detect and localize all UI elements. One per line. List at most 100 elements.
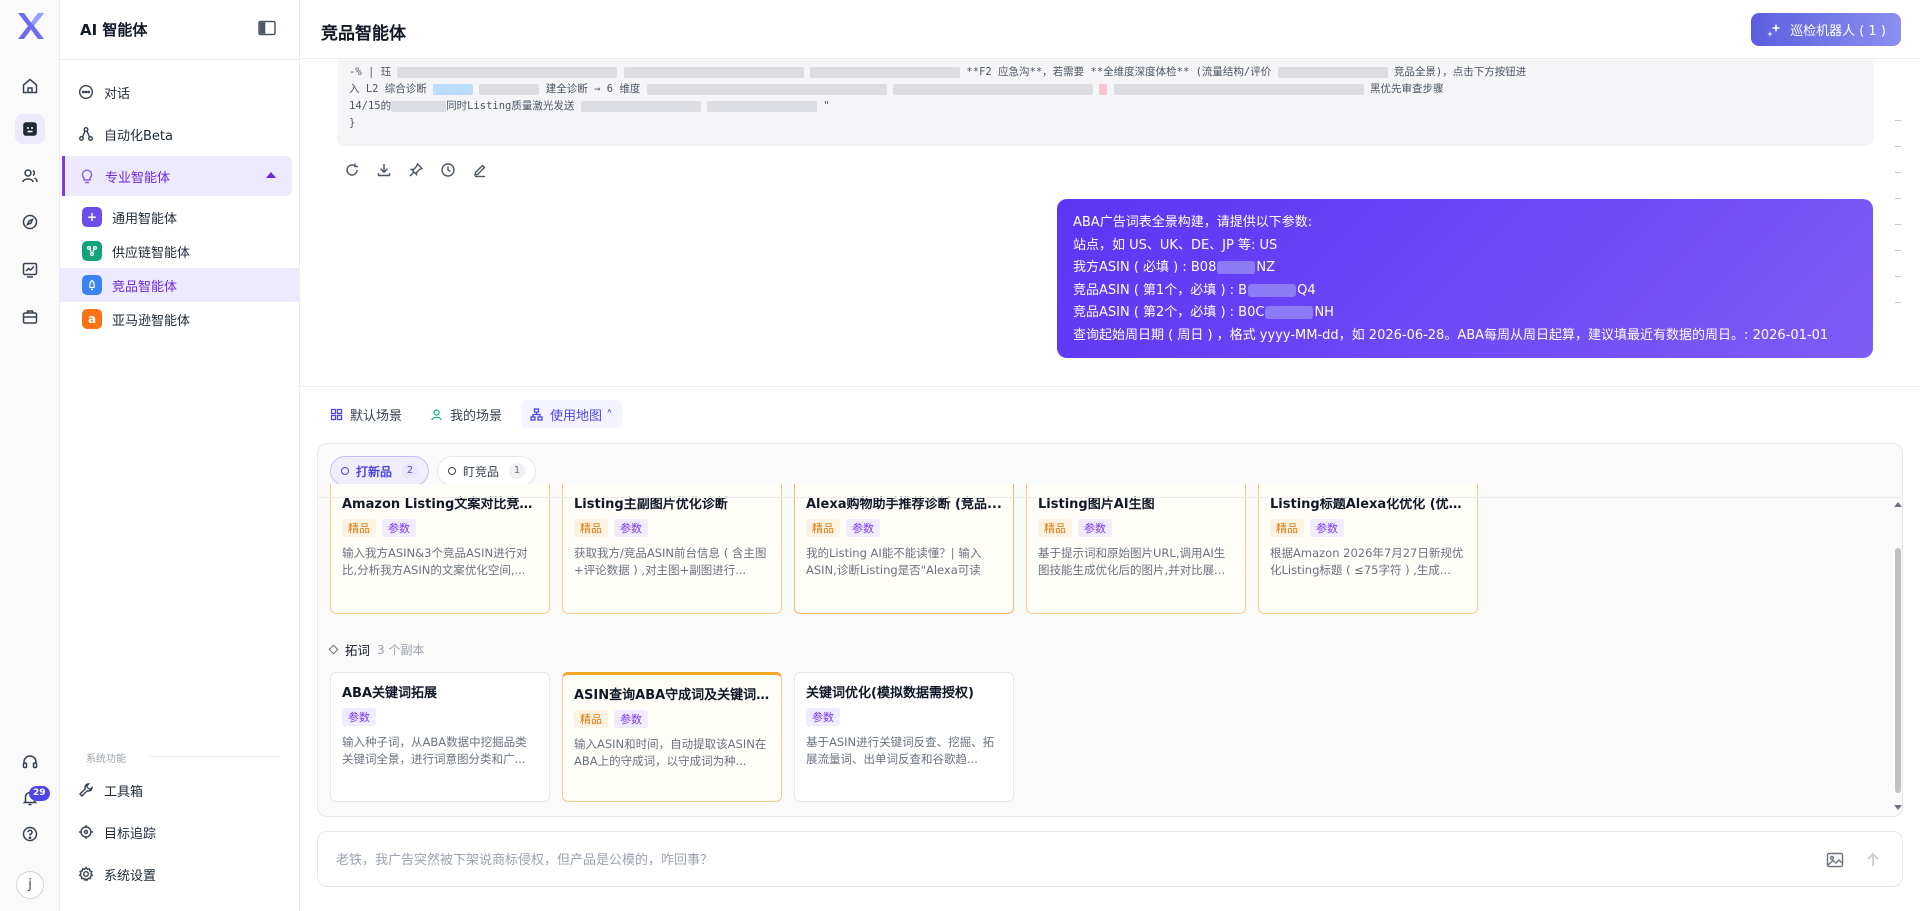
sidebar-item-label: 对话 bbox=[104, 86, 131, 102]
panel-divider-overlay bbox=[318, 497, 1902, 498]
diamond-icon bbox=[328, 644, 339, 655]
sidebar-subitem-general[interactable]: + 通用智能体 bbox=[60, 200, 300, 234]
skill-card[interactable]: Listing标题Alexa化优化 (优化... 精品 参数 根据Amazon 2… bbox=[1258, 484, 1478, 614]
redacted-block bbox=[1277, 66, 1388, 78]
sidebar-subitem-competitor[interactable]: 竞品智能体 bbox=[60, 268, 300, 302]
brand-logo-icon[interactable] bbox=[14, 10, 46, 42]
usage-map-panel: 打新品 2 盯竞品 1 Amazon Listing文案对比竞品... 精品 参数… bbox=[317, 443, 1903, 817]
user-message-bubble: ABA广告词表全景构建，请提供以下参数: 站点，如 US、UK、DE、JP 等:… bbox=[1057, 199, 1873, 358]
scroll-down-icon[interactable] bbox=[1893, 804, 1903, 812]
panel-scrollbar[interactable] bbox=[1892, 500, 1904, 812]
card-desc: 输入ASIN和时间，自动提取该ASIN在ABA上的守成词，以守成词为种... bbox=[574, 737, 767, 768]
headset-icon[interactable] bbox=[15, 747, 45, 777]
help-icon[interactable] bbox=[15, 819, 45, 849]
message-line: 竞品ASIN ( 第2个，必填 ) : B0C NH bbox=[1073, 302, 1857, 325]
download-icon[interactable] bbox=[376, 162, 392, 178]
rocket-square-icon bbox=[82, 275, 102, 295]
redacted-block bbox=[810, 66, 961, 78]
pill-watch-competitor[interactable]: 盯竞品 1 bbox=[437, 456, 537, 486]
sidebar-item-settings[interactable]: 系统设置 bbox=[60, 854, 300, 894]
tag-premium: 精品 bbox=[806, 519, 840, 537]
category-pills: 打新品 2 盯竞品 1 bbox=[330, 456, 537, 486]
scene-tabs: 默认场景 我的场景 使用地图 ˄ bbox=[321, 400, 622, 428]
sidebar-subitem-amazon[interactable]: a 亚马逊智能体 bbox=[60, 302, 300, 336]
system-section-divider bbox=[150, 756, 280, 757]
skill-card[interactable]: 关键词优化(模拟数据需授权) 参数 基于ASIN进行关键词反查、挖掘、拓展流量词… bbox=[794, 672, 1014, 802]
sidebar: AI 智能体 对话 自动化Beta 专业智能体 + 通用智能体 供应链智能体 竞… bbox=[60, 0, 300, 911]
skill-card[interactable]: Alexa购物助手推荐诊断 (竞品... 精品 参数 我的Listing AI能不… bbox=[794, 484, 1014, 614]
sidebar-item-label: 系统设置 bbox=[104, 868, 157, 884]
code-line: 14/15的 同时Listing质量激光发送 " bbox=[349, 98, 1862, 115]
tag-param: 参数 bbox=[846, 519, 880, 537]
code-text: 竞品全景)，点击下方按钮进 bbox=[1393, 66, 1527, 78]
tab-label: 我的场景 bbox=[450, 408, 503, 424]
toolbox-icon[interactable] bbox=[15, 302, 45, 332]
sidebar-item-target-tracking[interactable]: 目标追踪 bbox=[60, 812, 300, 852]
tab-default-scene[interactable]: 默认场景 bbox=[321, 400, 411, 428]
notification-badge: 29 bbox=[29, 786, 50, 801]
edit-icon[interactable] bbox=[472, 162, 488, 178]
chart-monitor-icon[interactable] bbox=[15, 255, 45, 285]
agent-icon[interactable] bbox=[15, 114, 45, 144]
code-text: 同时Listing质量激光发送 bbox=[446, 100, 575, 112]
card-title: Alexa购物助手推荐诊断 (竞品... bbox=[806, 497, 1002, 512]
sidebar-item-pro-agents[interactable]: 专业智能体 bbox=[62, 156, 292, 196]
home-icon[interactable] bbox=[15, 71, 45, 101]
card-title: Amazon Listing文案对比竞品... bbox=[342, 497, 538, 512]
message-line: 站点，如 US、UK、DE、JP 等: US bbox=[1073, 237, 1278, 253]
chat-divider bbox=[300, 386, 1920, 387]
pill-label: 打新品 bbox=[356, 464, 393, 479]
avatar[interactable]: j bbox=[16, 871, 44, 899]
redacted-block bbox=[623, 66, 804, 78]
scrollbar-thumb[interactable] bbox=[1895, 548, 1901, 793]
pill-new-product[interactable]: 打新品 2 bbox=[330, 456, 430, 486]
card-desc: 我的Listing AI能不能读懂？| 输入ASIN,诊断Listing是否"A… bbox=[806, 546, 982, 577]
tab-my-scene[interactable]: 我的场景 bbox=[421, 400, 511, 428]
compass-icon[interactable] bbox=[15, 207, 45, 237]
sidebar-subitem-label: 通用智能体 bbox=[112, 211, 178, 227]
group-count: 3 个副本 bbox=[377, 643, 425, 657]
sidebar-divider bbox=[60, 59, 300, 60]
clock-icon[interactable] bbox=[440, 162, 456, 178]
tag-param: 参数 bbox=[342, 708, 376, 726]
skill-card[interactable]: Amazon Listing文案对比竞品... 精品 参数 输入我方ASIN&3个… bbox=[330, 484, 550, 614]
pin-icon[interactable] bbox=[408, 162, 424, 178]
card-title: Listing图片AI生图 bbox=[1038, 497, 1155, 512]
code-text: 黑优先审查步骤 bbox=[1370, 83, 1444, 95]
code-block: -% | 珏 **F2 应急沟**，若需要 **全维度深度体检** (流量结构/… bbox=[337, 60, 1874, 146]
redacted-block bbox=[391, 100, 447, 112]
message-text: 我方ASIN ( 必填 ) : B08 bbox=[1073, 260, 1217, 275]
redacted-block bbox=[1217, 261, 1256, 274]
patrol-robot-button[interactable]: 巡检机器人 ( 1 ) bbox=[1751, 13, 1901, 46]
redacted-block bbox=[1113, 83, 1364, 95]
skill-card[interactable]: Listing主副图片优化诊断 精品 参数 获取我方/竞品ASIN前台信息 ( 含… bbox=[562, 484, 782, 614]
skill-card[interactable]: ASIN查询ABA守成词及关键词... 精品 参数 输入ASIN和时间，自动提取该… bbox=[562, 672, 782, 802]
chat-input[interactable] bbox=[336, 848, 1716, 872]
card-title: Listing标题Alexa化优化 (优化... bbox=[1270, 497, 1466, 512]
image-upload-icon[interactable] bbox=[1825, 850, 1845, 870]
caret-up-icon bbox=[266, 172, 276, 178]
send-arrow-icon[interactable] bbox=[1863, 850, 1883, 870]
code-text: -% | 珏 bbox=[349, 66, 392, 78]
users-icon[interactable] bbox=[15, 161, 45, 191]
card-title: Listing主副图片优化诊断 bbox=[574, 497, 728, 512]
code-line: -% | 珏 **F2 应急沟**，若需要 **全维度深度体检** (流量结构/… bbox=[349, 64, 1862, 81]
redacted-block bbox=[1265, 306, 1314, 319]
sidebar-subitem-label: 竞品智能体 bbox=[112, 279, 178, 295]
pill-label: 盯竞品 bbox=[463, 464, 500, 479]
scroll-up-icon[interactable] bbox=[1893, 500, 1903, 508]
sidebar-collapse-icon[interactable] bbox=[258, 20, 276, 36]
sidebar-item-label: 目标追踪 bbox=[104, 826, 157, 842]
sidebar-item-automation[interactable]: 自动化Beta bbox=[60, 114, 300, 154]
skill-card[interactable]: ABA关键词拓展 参数 输入种子词，从ABA数据中挖掘品类关键词全景，进行词意图… bbox=[330, 672, 550, 802]
sidebar-title: AI 智能体 bbox=[80, 21, 148, 39]
tab-label: 默认场景 bbox=[350, 408, 403, 424]
refresh-icon[interactable] bbox=[344, 162, 360, 178]
sidebar-item-chat[interactable]: 对话 bbox=[60, 72, 300, 112]
group-header-keywords[interactable]: 拓词 3 个副本 bbox=[328, 640, 425, 659]
sidebar-item-toolbox[interactable]: 工具箱 bbox=[60, 770, 300, 810]
sidebar-subitem-supply-chain[interactable]: 供应链智能体 bbox=[60, 234, 300, 268]
skill-card[interactable]: Listing图片AI生图 精品 参数 基于提示词和原始图片URL,调用AI生图技… bbox=[1026, 484, 1246, 614]
code-text: **F2 应急沟**，若需要 **全维度深度体检** (流量结构/评价 bbox=[966, 66, 1272, 78]
tab-usage-map[interactable]: 使用地图 ˄ bbox=[521, 400, 622, 428]
